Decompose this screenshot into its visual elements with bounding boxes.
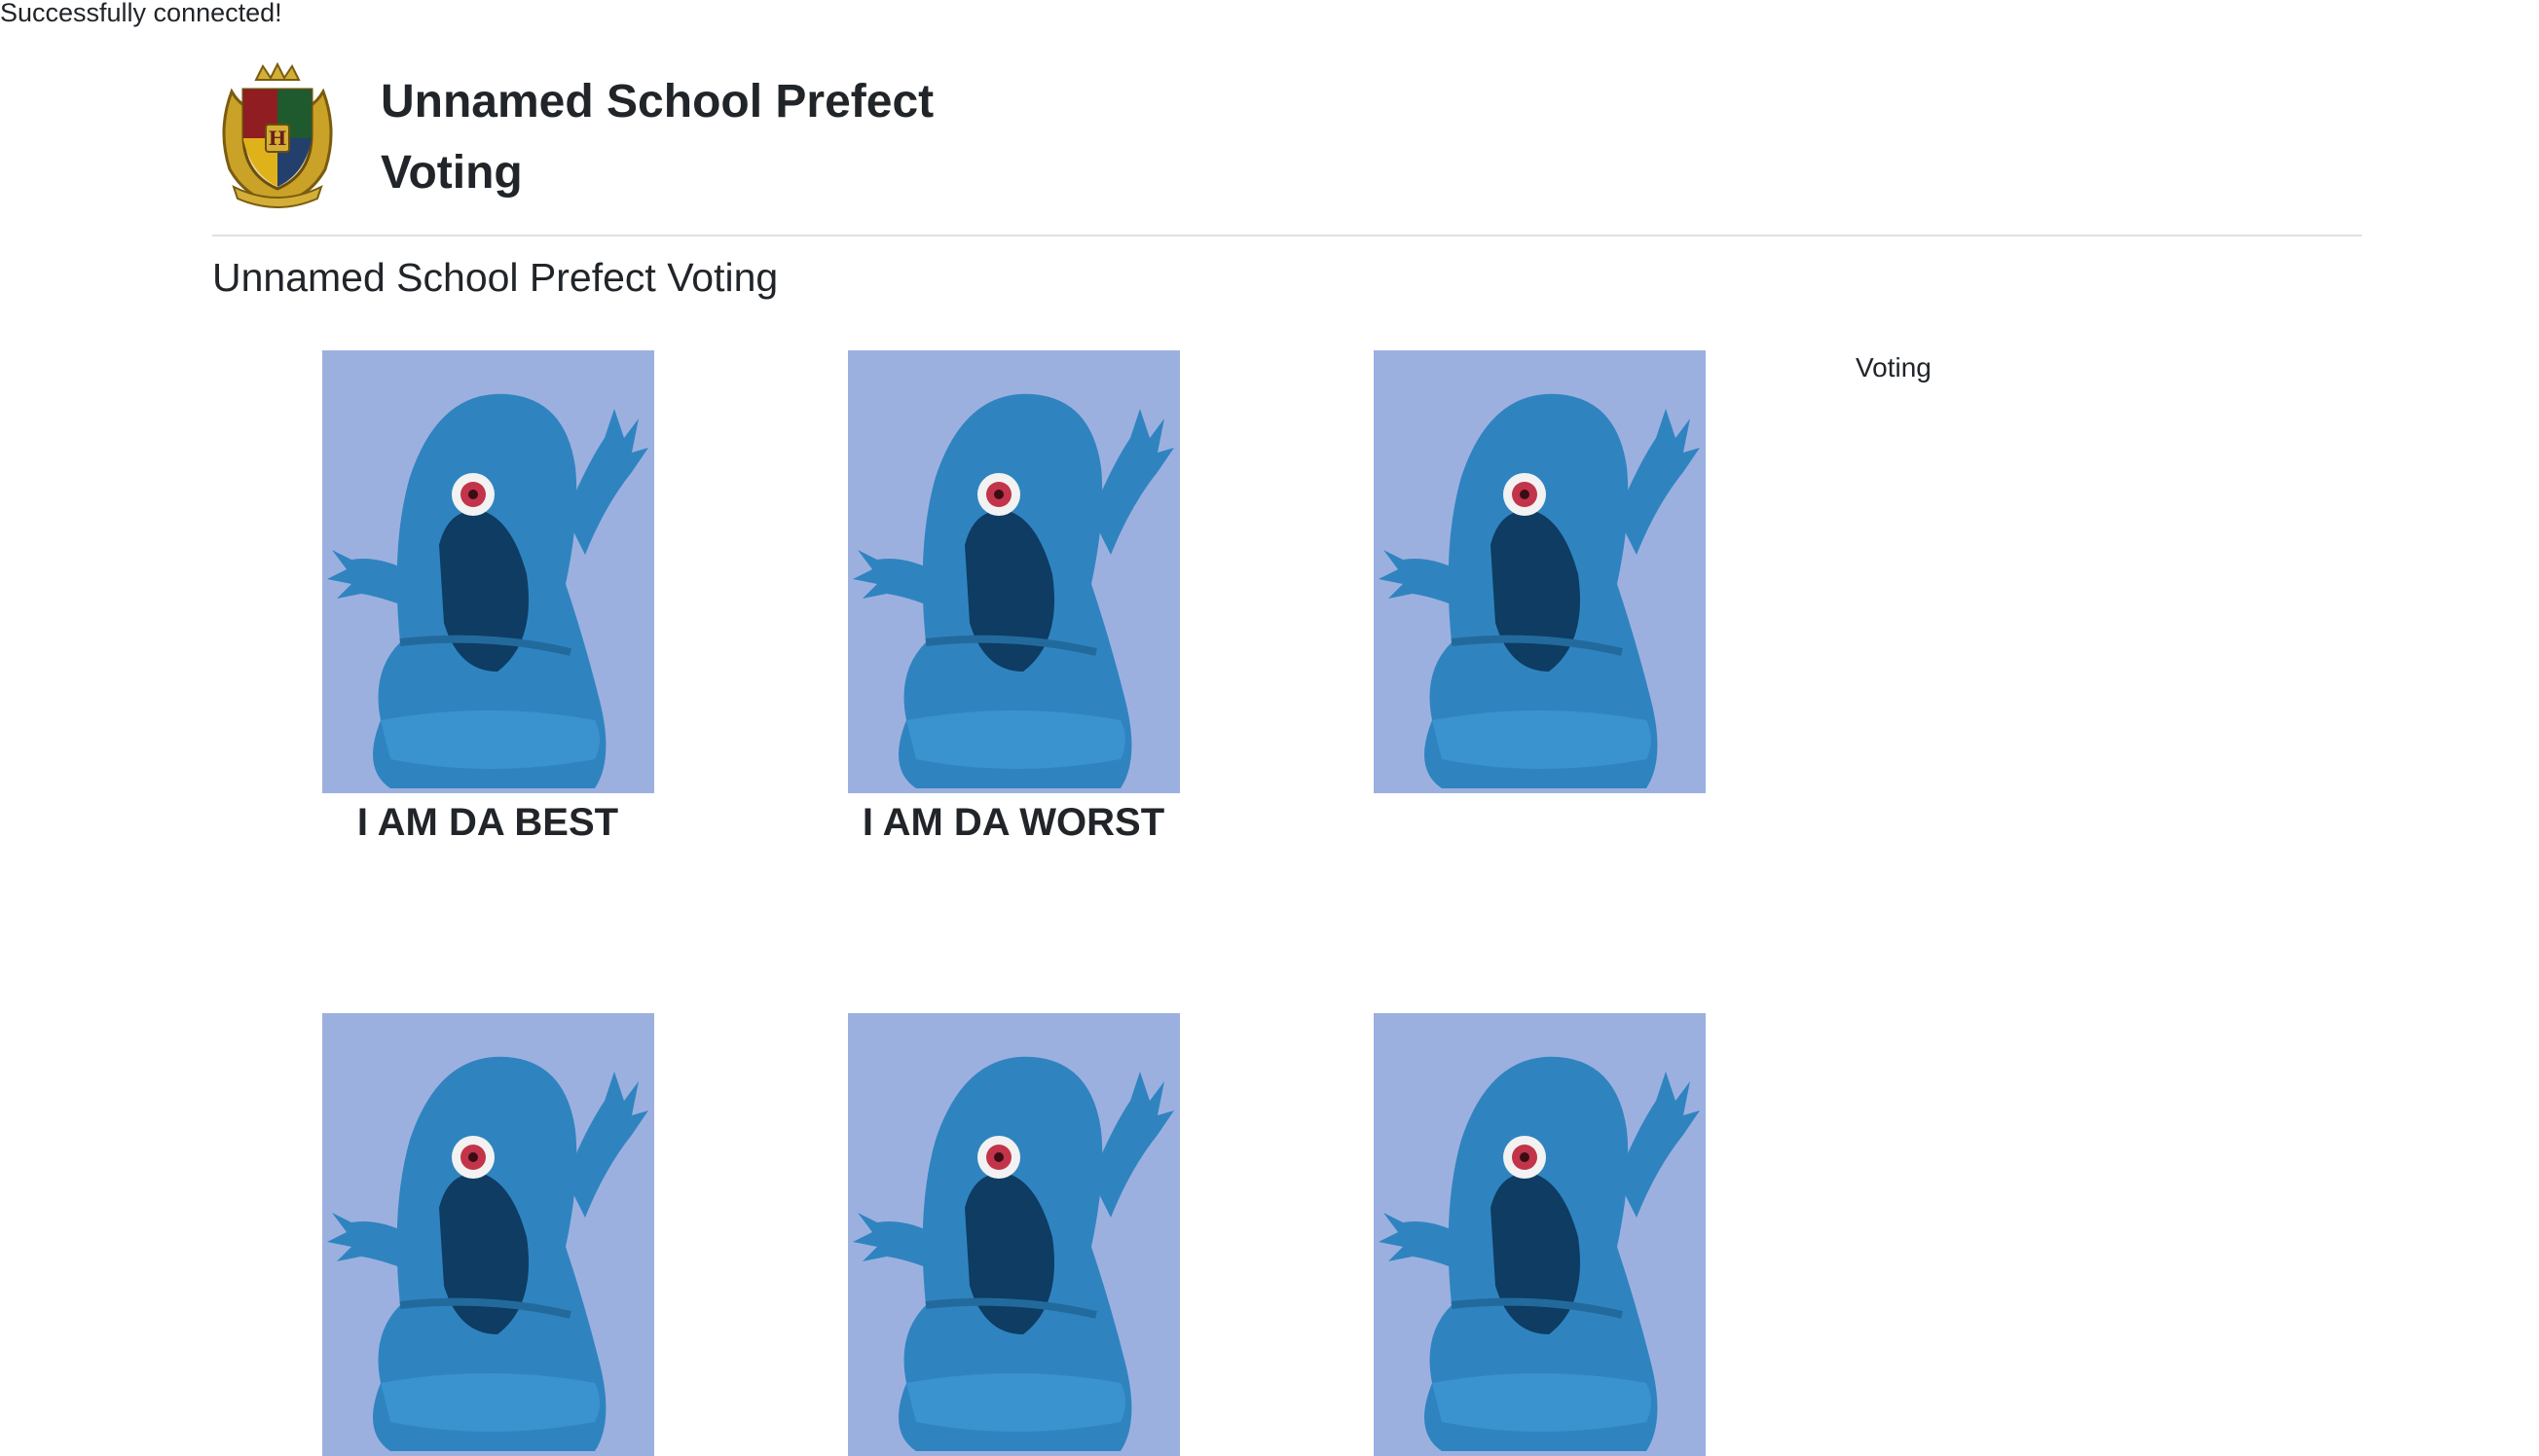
blob-photo-icon [322, 1013, 654, 1456]
svg-text:H: H [269, 127, 287, 150]
candidate-photo[interactable] [848, 350, 1180, 793]
blob-photo-icon [1374, 350, 1706, 793]
candidate-name: I AM DA BEST [356, 801, 619, 844]
school-crest-icon[interactable]: H [212, 61, 343, 208]
candidate-photo[interactable] [1374, 1013, 1706, 1456]
candidate-photo[interactable] [322, 350, 654, 793]
blob-photo-icon [848, 350, 1180, 793]
candidate-photo[interactable] [848, 1013, 1180, 1456]
blob-photo-icon [322, 350, 654, 793]
candidate-name: I AM DA WORST [862, 801, 1165, 844]
connection-status: Successfully connected! [0, 0, 282, 27]
header-divider [212, 235, 2362, 237]
candidate-photo[interactable] [322, 1013, 654, 1456]
site-title: Unnamed School Prefect Voting [381, 76, 935, 199]
page-title: Unnamed School Prefect Voting [212, 255, 779, 300]
candidate-photo[interactable] [1374, 350, 1706, 793]
site-header: H Unnamed School Prefect Voting [212, 58, 2362, 234]
candidate-grid: I AM DA BEST I AM DA WORST [212, 350, 1789, 1456]
blob-photo-icon [848, 1013, 1180, 1456]
blob-photo-icon [1374, 1013, 1706, 1456]
voting-label: Voting [1856, 352, 1932, 382]
